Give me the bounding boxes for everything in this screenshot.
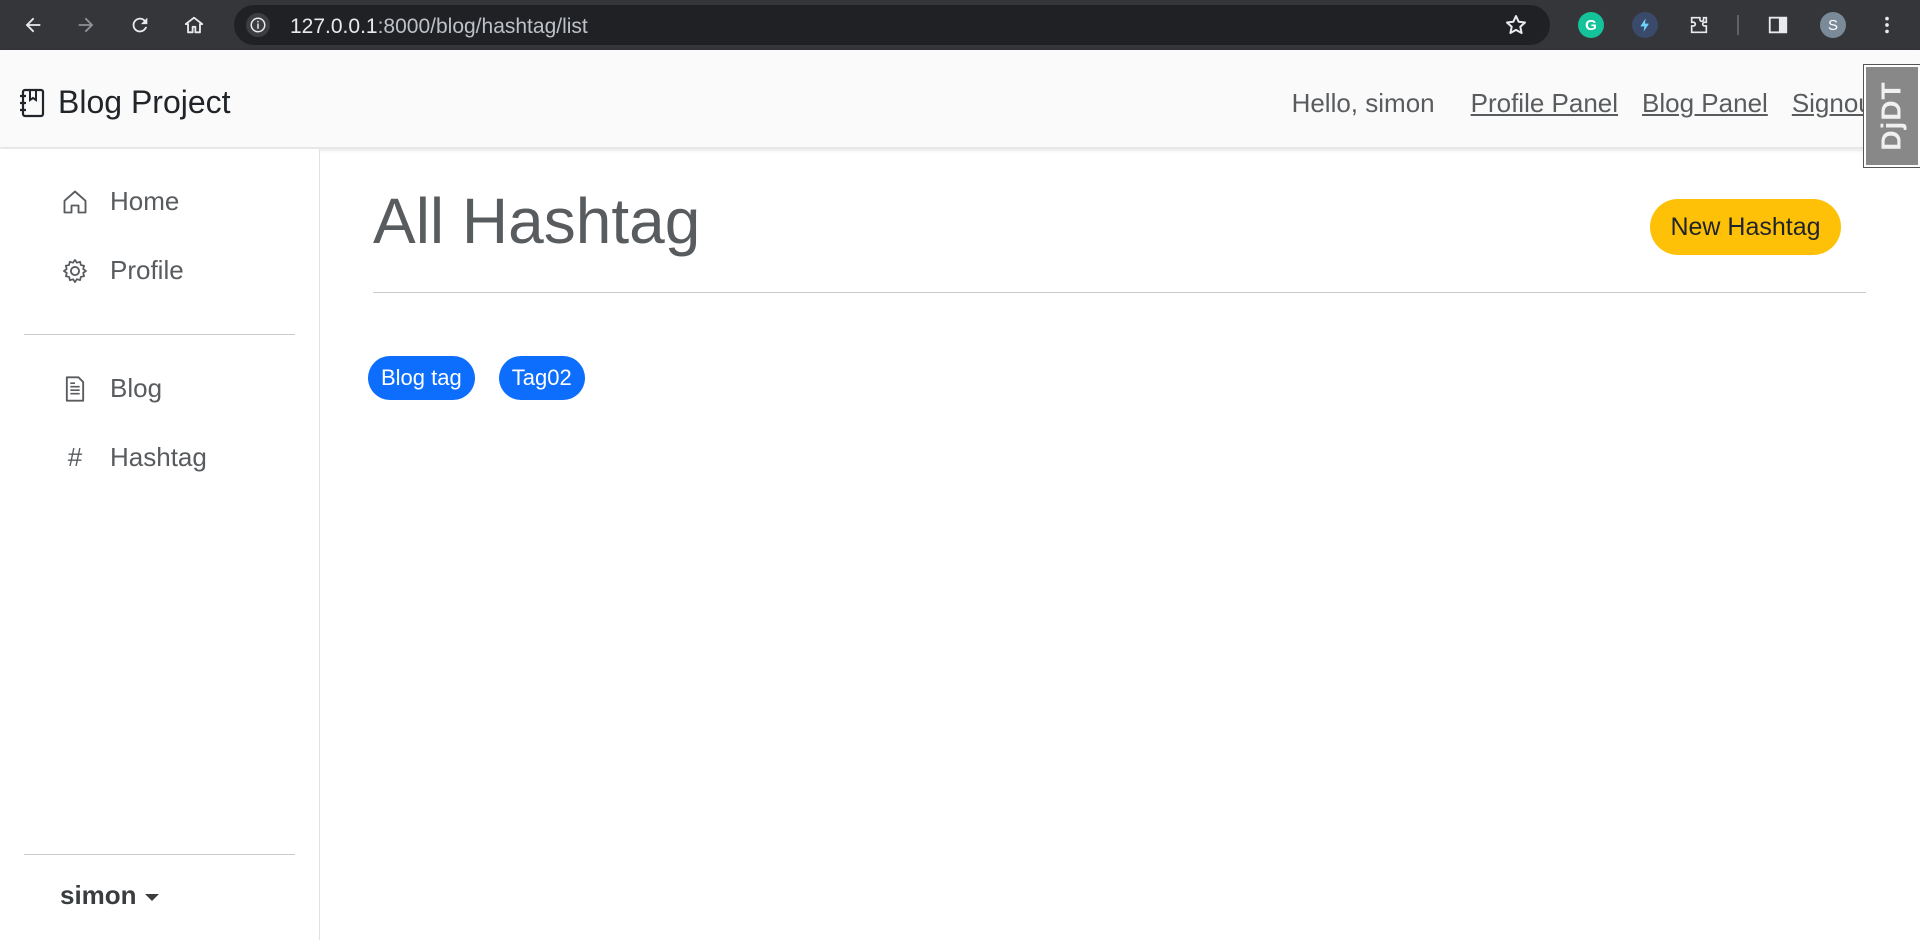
sidebar-item-home[interactable]: Home [60, 186, 179, 217]
url-text: 127.0.0.1:8000/blog/hashtag/list [290, 15, 588, 39]
journal-icon [20, 88, 45, 117]
sidebar-item-profile[interactable]: Profile [60, 255, 184, 286]
sidebar: Home Profile Blog # Hashtag simon [0, 149, 320, 940]
sidebar-item-label: Hashtag [110, 442, 207, 472]
reload-icon[interactable] [124, 9, 156, 41]
grammarly-icon[interactable]: G [1578, 12, 1604, 38]
extensions-puzzle-icon[interactable] [1683, 9, 1715, 41]
hashtag-badge[interactable]: Blog tag [368, 356, 475, 400]
url-path: :8000/blog/hashtag/list [377, 15, 588, 38]
debug-toolbar-handle[interactable]: DjDT [1863, 64, 1920, 168]
bolt-extension-icon[interactable] [1632, 12, 1658, 38]
back-icon[interactable] [17, 9, 49, 41]
brand-link[interactable]: Blog Project [18, 84, 231, 121]
profile-panel-link[interactable]: Profile Panel [1471, 88, 1618, 119]
hash-icon: # [67, 442, 83, 472]
site-info-icon[interactable] [246, 13, 270, 37]
sidebar-item-hashtag[interactable]: # Hashtag [60, 442, 207, 473]
user-name: simon [60, 880, 137, 910]
brand-name: Blog Project [58, 84, 231, 120]
sidebar-item-label: Home [110, 186, 180, 216]
side-panel-icon[interactable] [1762, 9, 1794, 41]
address-bar[interactable]: 127.0.0.1:8000/blog/hashtag/list [234, 5, 1550, 45]
page-title: All Hashtag [373, 185, 701, 257]
toolbar-divider [1737, 15, 1739, 35]
sidebar-item-label: Profile [110, 255, 184, 285]
profile-avatar[interactable]: S [1820, 12, 1846, 38]
nav-links: Hello, simon Profile Panel Blog Panel Si… [1292, 88, 1880, 119]
app-navbar: Blog Project Hello, simon Profile Panel … [0, 50, 1920, 148]
home-icon[interactable] [178, 9, 210, 41]
menu-kebab-icon[interactable] [1871, 9, 1903, 41]
bookmark-star-icon[interactable] [1504, 13, 1528, 42]
hashtag-badge[interactable]: Tag02 [498, 356, 585, 400]
house-icon [60, 187, 90, 217]
debug-toolbar-label: DjDT [1876, 81, 1908, 151]
new-hashtag-button[interactable]: New Hashtag [1650, 199, 1841, 255]
hashtag-list: Blog tag Tag02 [368, 356, 585, 400]
sidebar-item-blog[interactable]: Blog [60, 373, 162, 404]
browser-toolbar: 127.0.0.1:8000/blog/hashtag/list G S [0, 0, 1920, 50]
sidebar-divider [24, 854, 295, 855]
caret-down-icon [144, 894, 159, 901]
forward-icon[interactable] [70, 9, 102, 41]
document-icon [60, 374, 90, 404]
blog-panel-link[interactable]: Blog Panel [1642, 88, 1768, 119]
user-dropdown[interactable]: simon [60, 880, 159, 911]
gear-icon [60, 256, 90, 286]
url-host: 127.0.0.1 [290, 15, 378, 38]
greeting-text: Hello, simon [1291, 88, 1435, 118]
sidebar-item-label: Blog [110, 373, 163, 403]
sidebar-divider [24, 334, 295, 335]
title-divider [373, 292, 1866, 293]
profile-initial: S [1827, 16, 1838, 34]
